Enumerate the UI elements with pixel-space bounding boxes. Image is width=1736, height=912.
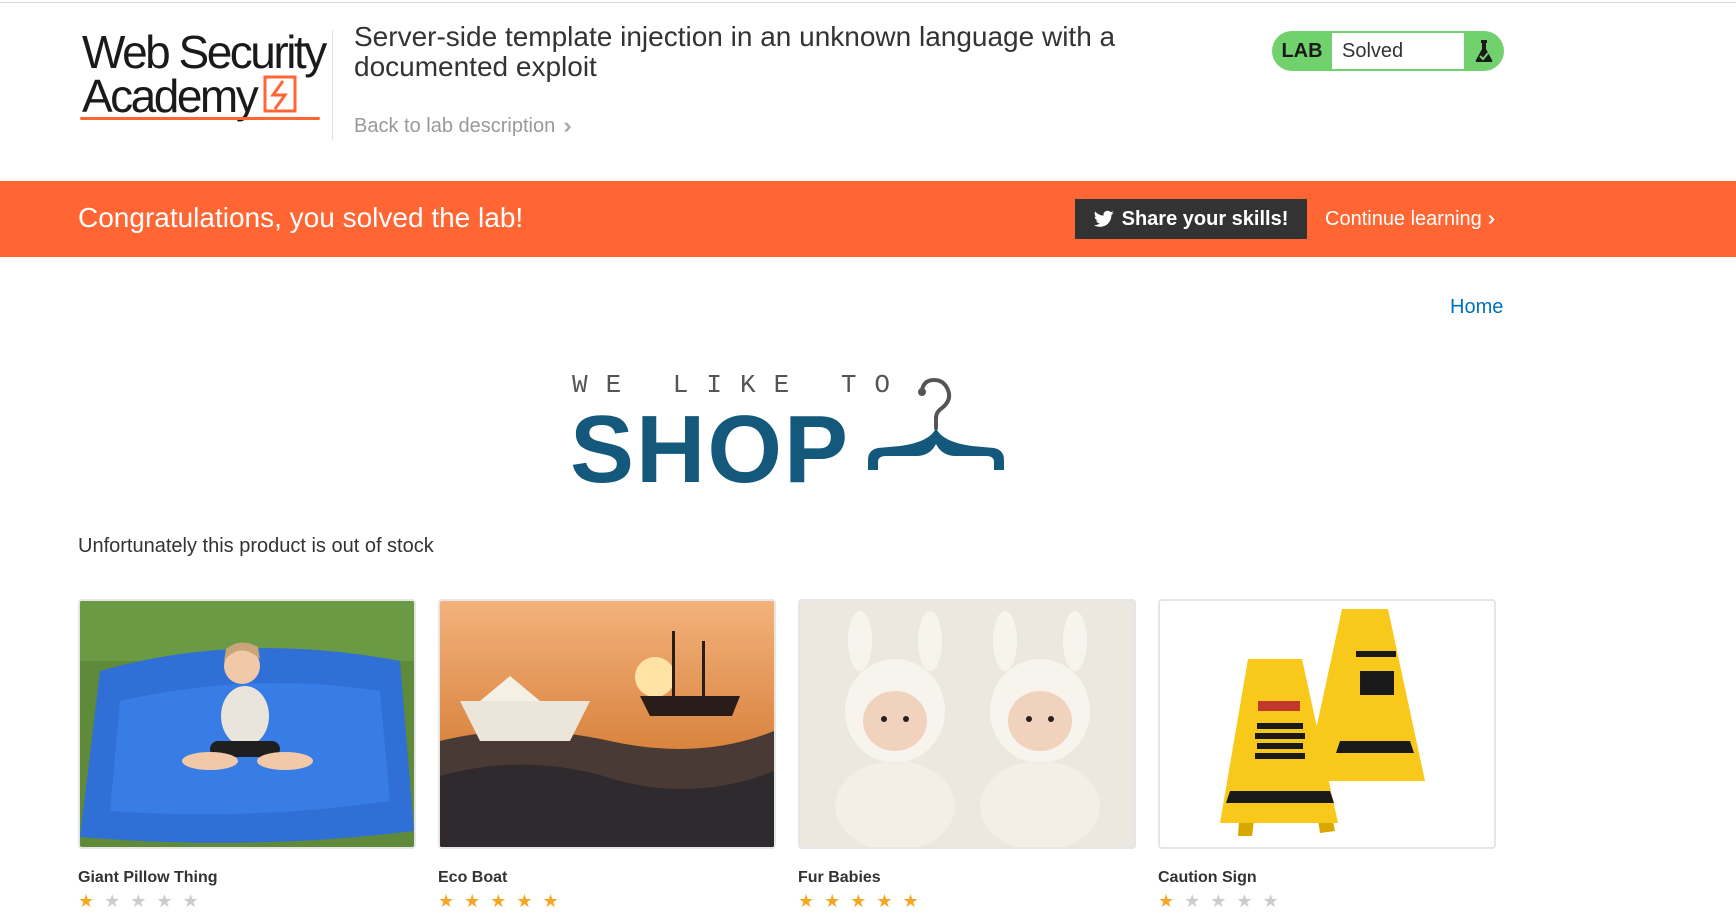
twitter-icon (1093, 210, 1114, 227)
double-chevron-right-icon: ›› (1487, 208, 1497, 230)
lab-title: Server-side template injection in an unk… (354, 21, 1116, 82)
lab-status-label: LAB (1272, 31, 1332, 71)
lab-status-widget: LAB Solved (1272, 31, 1504, 71)
product-rating: ★★★★★ (78, 891, 209, 911)
product-card[interactable]: Fur Babies ★★★★★ (798, 599, 1136, 912)
product-card[interactable]: Caution Sign ★★★★★ (1158, 599, 1496, 912)
product-image[interactable] (78, 599, 416, 849)
lab-status-value: Solved (1332, 31, 1464, 71)
product-image[interactable] (798, 599, 1136, 849)
continue-learning-link[interactable]: Continue learning ›› (1325, 208, 1497, 231)
we-like-to-shop-logo: WE LIKE TO SHOP (570, 370, 1010, 500)
product-rating: ★★★★★ (798, 891, 929, 911)
product-name: Caution Sign (1158, 869, 1257, 886)
logo-line-1: Web Security (82, 26, 327, 78)
product-name: Giant Pillow Thing (78, 869, 218, 886)
shop-logo-word: SHOP (570, 396, 851, 503)
double-chevron-right-icon: ›› (563, 113, 571, 138)
share-skills-label: Share your skills! (1121, 207, 1289, 230)
product-name: Fur Babies (798, 869, 881, 886)
web-security-academy-logo[interactable]: Web Security Academy (80, 28, 330, 123)
product-card[interactable]: Giant Pillow Thing ★★★★★ (78, 599, 416, 912)
product-name: Eco Boat (438, 869, 508, 886)
congratulations-message: Congratulations, you solved the lab! (78, 202, 524, 233)
home-link[interactable]: Home (1450, 296, 1503, 319)
back-link-label: Back to lab description (354, 114, 556, 137)
flask-icon (1464, 31, 1504, 71)
lab-header: Web Security Academy Server-side templat… (0, 0, 1736, 180)
continue-learning-label: Continue learning (1325, 208, 1482, 230)
back-to-lab-description-link[interactable]: Back to lab description ›› (354, 113, 571, 139)
clothes-hanger-icon (868, 377, 1004, 470)
product-rating: ★★★★★ (1158, 891, 1289, 911)
logo-bolt-icon (263, 75, 297, 113)
product-rating: ★★★★★ (438, 891, 569, 911)
solved-banner: Congratulations, you solved the lab! Sha… (0, 181, 1736, 257)
logo-underline (80, 117, 320, 120)
logo-line-2: Academy (82, 70, 259, 122)
product-image[interactable] (438, 599, 776, 849)
product-card[interactable]: Eco Boat ★★★★★ (438, 599, 776, 912)
share-skills-button[interactable]: Share your skills! (1075, 199, 1307, 239)
header-divider (332, 30, 333, 140)
out-of-stock-message: Unfortunately this product is out of sto… (78, 535, 434, 557)
product-image[interactable] (1158, 599, 1496, 849)
